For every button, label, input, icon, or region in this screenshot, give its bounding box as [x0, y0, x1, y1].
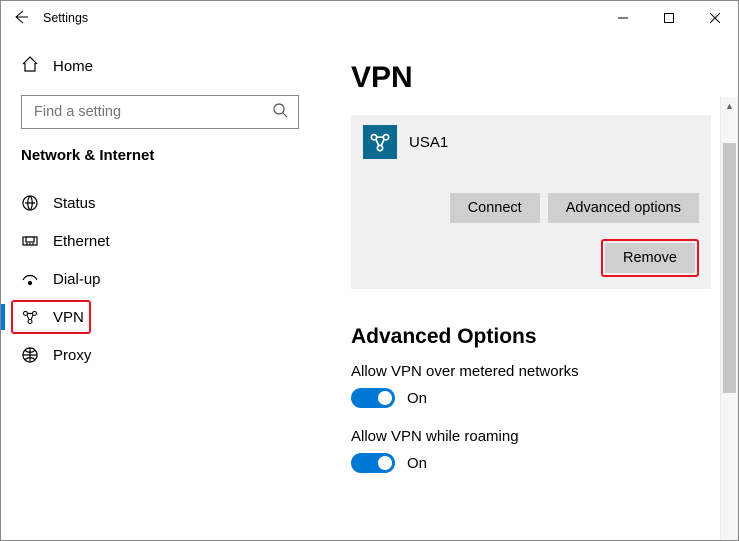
- page-title: VPN: [351, 61, 728, 95]
- sidebar-nav: Status Ethernet Dial-up VPN: [1, 184, 319, 374]
- dialup-icon: [21, 270, 39, 288]
- connect-button[interactable]: Connect: [450, 193, 540, 223]
- sidebar-home[interactable]: Home: [1, 49, 319, 87]
- close-button[interactable]: [692, 1, 738, 35]
- remove-button[interactable]: Remove: [605, 243, 695, 273]
- proxy-icon: [21, 346, 39, 364]
- vpn-connection-card[interactable]: USA1 Connect Advanced options Remove: [351, 115, 711, 289]
- vpn-connection-icon: [363, 125, 397, 159]
- toggle-state: On: [407, 390, 427, 407]
- search-field[interactable]: [32, 103, 273, 121]
- scroll-up-icon[interactable]: ▲: [721, 97, 738, 115]
- status-icon: [21, 194, 39, 212]
- vpn-connection-name: USA1: [409, 134, 448, 151]
- title-bar: Settings: [1, 1, 738, 35]
- toggle-switch-roaming[interactable]: [351, 453, 395, 473]
- minimize-button[interactable]: [600, 1, 646, 35]
- highlight-box: Remove: [601, 239, 699, 277]
- ethernet-icon: [21, 232, 39, 250]
- sidebar-item-label: Ethernet: [53, 233, 110, 250]
- toggle-label: Allow VPN over metered networks: [351, 363, 728, 380]
- maximize-button[interactable]: [646, 1, 692, 35]
- toggle-state: On: [407, 455, 427, 472]
- scrollbar[interactable]: ▲: [720, 97, 738, 540]
- sidebar-item-proxy[interactable]: Proxy: [1, 336, 319, 374]
- back-icon[interactable]: [13, 9, 29, 28]
- toggle-metered: Allow VPN over metered networks On: [351, 363, 728, 408]
- sidebar-item-status[interactable]: Status: [1, 184, 319, 222]
- search-input[interactable]: [21, 95, 299, 129]
- toggle-label: Allow VPN while roaming: [351, 428, 728, 445]
- advanced-options-heading: Advanced Options: [351, 325, 728, 349]
- sidebar-home-label: Home: [53, 58, 93, 75]
- sidebar: Home Network & Internet Status Ethernet: [1, 35, 319, 540]
- sidebar-item-ethernet[interactable]: Ethernet: [1, 222, 319, 260]
- vpn-icon: [21, 308, 39, 326]
- sidebar-item-label: VPN: [53, 309, 84, 326]
- window-controls: [600, 1, 738, 35]
- toggle-roaming: Allow VPN while roaming On: [351, 428, 728, 473]
- scrollbar-thumb[interactable]: [723, 143, 736, 393]
- sidebar-item-vpn[interactable]: VPN: [1, 298, 319, 336]
- sidebar-item-label: Proxy: [53, 347, 91, 364]
- main-content: VPN USA1 Connect Advanced options Remove…: [319, 35, 738, 540]
- sidebar-item-label: Status: [53, 195, 96, 212]
- window-title: Settings: [43, 11, 88, 25]
- home-icon: [21, 55, 39, 77]
- toggle-switch-metered[interactable]: [351, 388, 395, 408]
- sidebar-section-header: Network & Internet: [1, 147, 319, 170]
- search-icon: [273, 103, 288, 121]
- sidebar-item-label: Dial-up: [53, 271, 101, 288]
- sidebar-item-dialup[interactable]: Dial-up: [1, 260, 319, 298]
- advanced-options-button[interactable]: Advanced options: [548, 193, 699, 223]
